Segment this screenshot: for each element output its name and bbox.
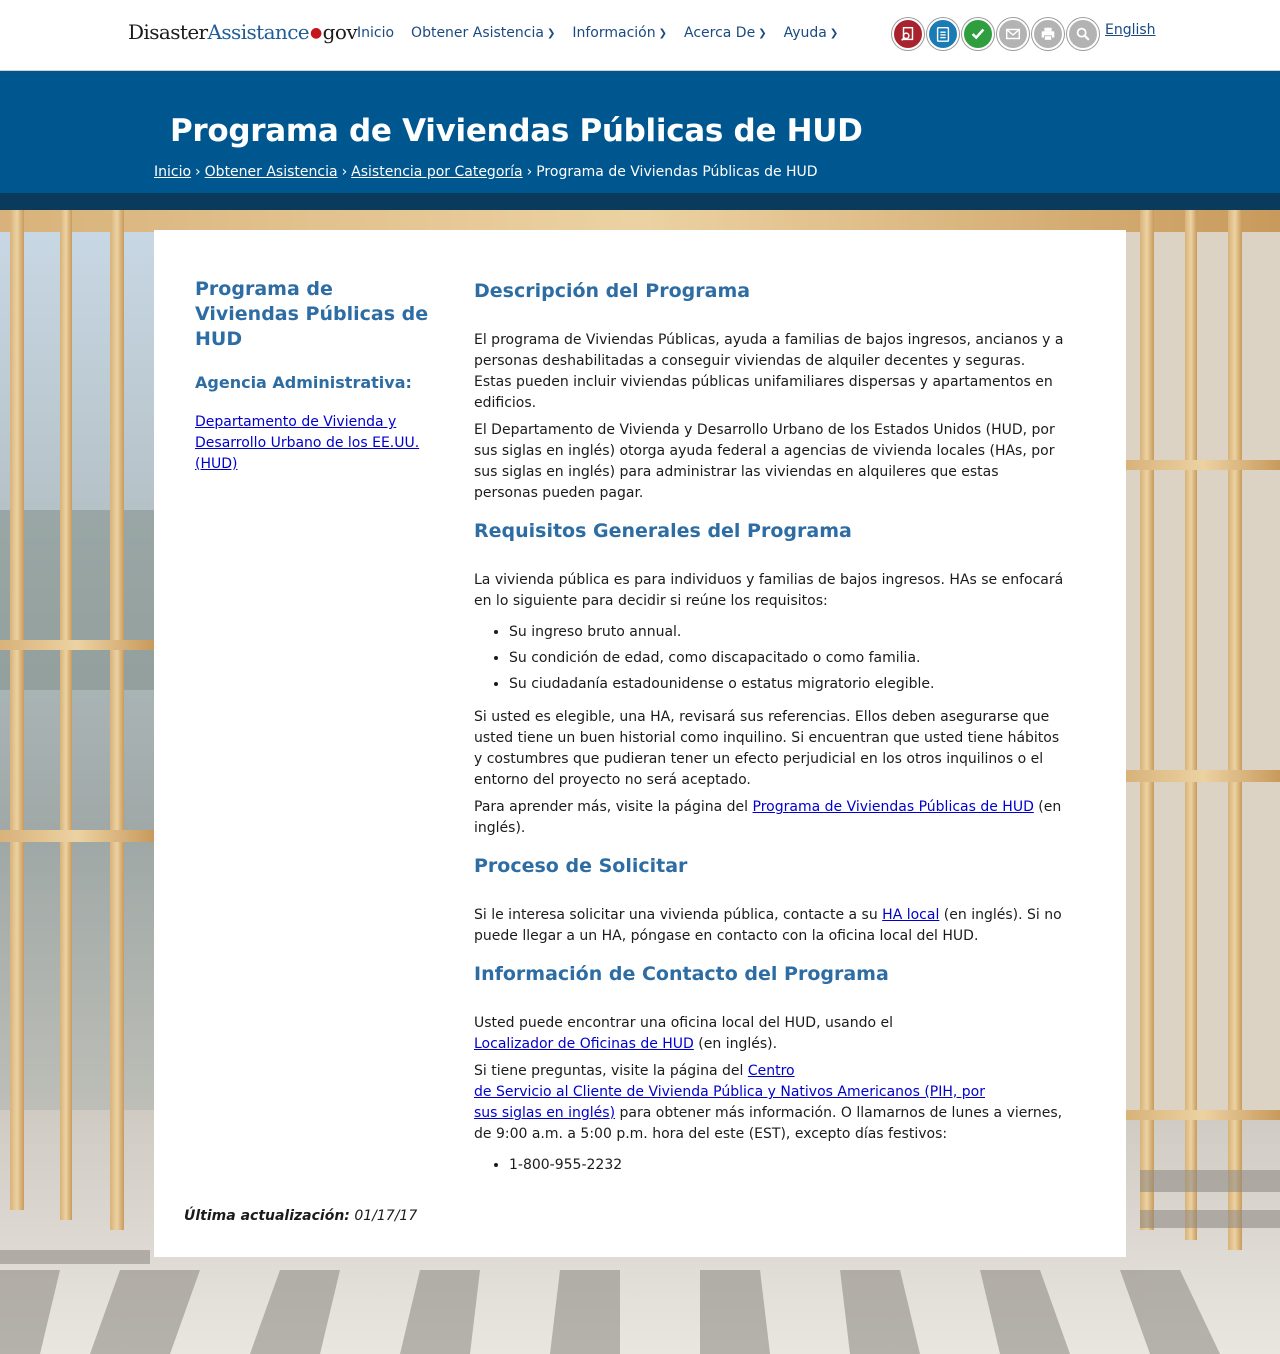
phone-number: 1-800-955-2232	[509, 1155, 1064, 1176]
page-title: Programa de Viviendas Públicas de HUD	[170, 113, 863, 149]
breadcrumb-separator: ›	[341, 164, 348, 180]
description-paragraph-1: El programa de Viviendas Públicas, ayuda…	[474, 332, 1064, 411]
email-icon[interactable]	[997, 18, 1029, 50]
magnifier-icon[interactable]	[1067, 18, 1099, 50]
contact-paragraph-1: Usted puede encontrar una oficina local …	[474, 1013, 1064, 1055]
apply-text: Si le interesa solicitar una vivienda pú…	[474, 907, 883, 923]
section-apply: Proceso de Solicitar Si le interesa soli…	[474, 853, 1064, 947]
chevron-down-icon: ❯	[829, 28, 839, 39]
breadcrumb-separator: ›	[526, 164, 533, 180]
top-navigation-bar: DisasterAssistance●gov Inicio Obtener As…	[0, 0, 1280, 71]
nav-label: Inicio	[357, 25, 395, 41]
contact-text-after: (en inglés).	[693, 1036, 778, 1052]
nav-label: Acerca De	[683, 25, 756, 41]
search-document-icon[interactable]	[892, 18, 924, 50]
nav-label: Ayuda	[783, 25, 827, 41]
list-item: Su ciudadanía estadounidense o estatus m…	[509, 674, 1064, 695]
logo-text-disaster: Disaster	[128, 20, 208, 44]
hero-bottom-strip	[0, 193, 1280, 210]
heading-descripcion: Descripción del Programa	[474, 280, 751, 302]
section-description: Descripción del Programa El programa de …	[474, 278, 1064, 504]
nav-label: Información	[572, 25, 656, 41]
requirements-list: Su ingreso bruto annual. Su condición de…	[474, 622, 1064, 695]
section-contact: Información de Contacto del Programa Ust…	[474, 961, 1064, 1176]
agency-link-hud[interactable]: Departamento de Vivienda y Desarrollo Ur…	[195, 412, 435, 475]
language-toggle-link[interactable]: English	[1105, 22, 1156, 38]
main-content: Descripción del Programa El programa de …	[474, 278, 1064, 1188]
breadcrumb-asistencia-por-categoria[interactable]: Asistencia por Categoría	[351, 164, 522, 180]
link-text-part: Centro	[747, 1063, 795, 1079]
heading-requisitos: Requisitos Generales del Programa	[474, 520, 852, 542]
link-programa-viviendas-hud[interactable]: Programa de Viviendas Públicas de HUD	[753, 799, 1034, 815]
print-icon[interactable]	[1032, 18, 1064, 50]
link-text-part: de Servicio al Cliente de Vivienda Públi…	[474, 1084, 986, 1100]
nav-item-ayuda[interactable]: Ayuda ❯	[784, 25, 839, 41]
contact-text: Usted puede encontrar una oficina local …	[474, 1015, 893, 1031]
more-info-text: Para aprender más, visite la página del	[474, 799, 753, 815]
content-card: Programa de Viviendas Públicas de HUD Ag…	[154, 230, 1126, 1257]
nav-item-inicio[interactable]: Inicio	[357, 25, 394, 41]
heading-contacto: Información de Contacto del Programa	[474, 963, 889, 985]
agency-heading: Agencia Administrativa:	[195, 373, 412, 392]
nav-label: Obtener Asistencia	[411, 25, 544, 41]
breadcrumb-separator: ›	[195, 164, 201, 180]
sidebar: Programa de Viviendas Públicas de HUD Ag…	[195, 277, 435, 475]
nav-item-obtener-asistencia[interactable]: Obtener Asistencia ❯	[411, 25, 555, 41]
sidebar-title: Programa de Viviendas Públicas de HUD	[195, 278, 429, 350]
heading-proceso-solicitar: Proceso de Solicitar	[474, 855, 688, 877]
contact-paragraph-2: Si tiene preguntas, visite la página del…	[474, 1061, 1064, 1145]
list-item: Su condición de edad, como discapacitado…	[509, 648, 1064, 669]
requirements-paragraph-2: Si usted es elegible, una HA, revisará s…	[474, 709, 1060, 788]
breadcrumb-obtener-asistencia[interactable]: Obtener Asistencia	[205, 164, 338, 180]
chevron-down-icon: ❯	[758, 28, 767, 39]
list-item: Su ingreso bruto annual.	[509, 622, 1064, 643]
last-updated: Última actualización: 01/17/17	[184, 1208, 417, 1224]
logo-text-assistance: Assistance	[207, 20, 310, 44]
last-updated-label: Última actualización:	[184, 1208, 350, 1224]
chevron-down-icon: ❯	[658, 28, 667, 39]
tool-icons	[892, 18, 1099, 50]
logo-text-gov: gov	[322, 20, 358, 44]
description-paragraph-2: El Departamento de Vivienda y Desarrollo…	[474, 422, 1055, 501]
hero-banner: Programa de Viviendas Públicas de HUD In…	[0, 71, 1280, 193]
breadcrumb-inicio[interactable]: Inicio	[154, 164, 191, 180]
phone-list: 1-800-955-2232	[474, 1155, 1064, 1176]
site-logo[interactable]: DisasterAssistance●gov	[128, 20, 358, 44]
nav-item-informacion[interactable]: Información ❯	[572, 25, 667, 41]
contact-text: Si tiene preguntas, visite la página del	[474, 1063, 748, 1079]
link-ha-local[interactable]: HA local	[882, 907, 939, 923]
breadcrumb: Inicio › Obtener Asistencia › Asistencia por…	[154, 164, 818, 180]
logo-dot: ●	[310, 25, 322, 41]
requirements-more-info: Para aprender más, visite la página del …	[474, 797, 1064, 839]
breadcrumb-current: Programa de Viviendas Públicas de HUD	[536, 164, 818, 180]
chevron-down-icon: ❯	[546, 28, 556, 39]
nav-item-acerca-de[interactable]: Acerca De ❯	[684, 25, 767, 41]
link-text-part: sus siglas en inglés)	[474, 1105, 616, 1121]
requirements-intro: La vivienda pública es para individuos y…	[474, 572, 1064, 609]
last-updated-date: 01/17/17	[354, 1208, 418, 1224]
apply-paragraph: Si le interesa solicitar una vivienda pú…	[474, 905, 1064, 947]
checkmark-icon[interactable]	[962, 18, 994, 50]
link-localizador-oficinas-hud[interactable]: Localizador de Oficinas de HUD	[474, 1036, 694, 1052]
main-nav: Inicio Obtener Asistencia ❯ Información ❯ …	[357, 25, 838, 41]
checklist-icon[interactable]	[927, 18, 959, 50]
section-requirements: Requisitos Generales del Programa La viv…	[474, 518, 1064, 839]
